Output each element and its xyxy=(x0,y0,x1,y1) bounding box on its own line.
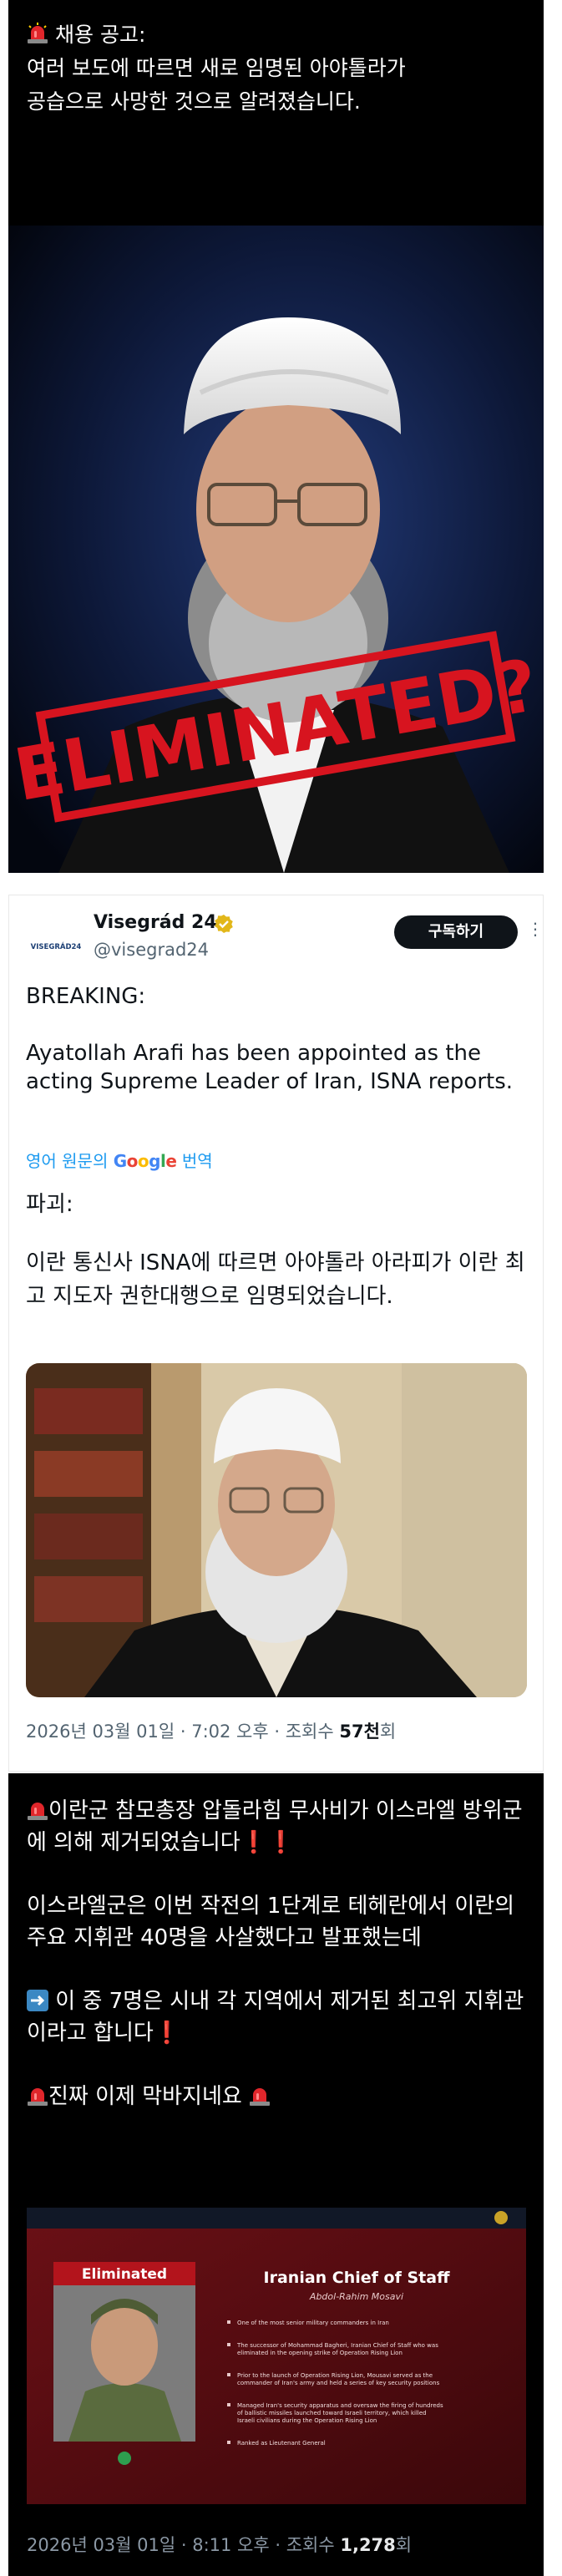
bullet-text: of ballistic missiles launched toward Is… xyxy=(237,2410,427,2416)
exclamation-icon: ❗❗ xyxy=(240,1830,295,1855)
post-3-p2: 이스라엘군은 이번 작전의 1단계로 테헤란에서 이란의 주요 지휘관 40명을… xyxy=(27,1894,515,1950)
translate-link[interactable]: 영어 원문의 Google 번역 xyxy=(26,1148,213,1172)
visegrad-logo: VISEGRÁD24 xyxy=(28,929,84,961)
bullet-text: Managed Iran's security apparatus and ov… xyxy=(237,2402,443,2409)
siren-icon xyxy=(28,23,48,43)
right-arrow-icon xyxy=(27,1990,48,2011)
post-1-line-2: 여러 보도에 따르면 새로 임명된 아야톨라가 xyxy=(27,56,406,80)
post-3-p1: 이란군 참모총장 압돌라힘 무사비가 이스라엘 방위군에 의해 제거되었습니다❗… xyxy=(27,1795,532,1858)
post-3-p3: 이 중 7명은 시내 각 지역에서 제거된 최고위 지휘관이라고 합니다❗ xyxy=(27,1985,532,2049)
tweet-handle[interactable]: @visegrad24 xyxy=(94,940,209,960)
idf-infographic[interactable]: Eliminated Iranian Chief of Staff Abdol-… xyxy=(27,2208,526,2504)
tweet-translated-text: 파괴: 이란 통신사 ISNA에 따르면 아야톨라 아라피가 이란 최고 지도자… xyxy=(26,1188,535,1313)
bullet-text: One of the most senior military commande… xyxy=(237,2320,389,2326)
post-1-text: 채용 공고: 여러 보도에 따르면 새로 임명된 아야톨라가 공습으로 사망한 … xyxy=(27,18,528,119)
more-options-icon[interactable]: ⋮ xyxy=(527,920,544,937)
verified-badge-icon xyxy=(215,915,233,933)
post-3-text: 이란군 참모총장 압돌라힘 무사비가 이스라엘 방위군에 의해 제거되었습니다❗… xyxy=(27,1795,532,2112)
post-1: 채용 공고: 여러 보도에 따르면 새로 임명된 아야톨라가 공습으로 사망한 … xyxy=(8,0,544,873)
tweet-original-text: BREAKING: Ayatollah Arafi has been appoi… xyxy=(26,982,527,1096)
infographic-subtitle: Abdol-Rahim Mosavi xyxy=(309,2291,403,2302)
bullet-text: commander of Iran's army and held a seri… xyxy=(237,2380,440,2386)
tweet-en-text: Ayatollah Arafi has been appointed as th… xyxy=(26,1041,514,1094)
bullet-marker xyxy=(227,2343,230,2346)
tweet-display-name[interactable]: Visegrád 24 xyxy=(94,912,217,933)
idf-emblem-icon xyxy=(494,2211,508,2224)
post-3-views: 1,278 xyxy=(340,2535,396,2555)
tweet-views: 57천 xyxy=(339,1722,380,1742)
post-1-line-3: 공습으로 사망한 것으로 알려졌습니다. xyxy=(27,89,361,114)
tweet-date: 2026년 03월 01일 · 7:02 오후 · 조회수 xyxy=(26,1722,340,1742)
post-3: 이란군 참모총장 압돌라힘 무사비가 이스라엘 방위군에 의해 제거되었습니다❗… xyxy=(8,1773,544,2576)
bullet-marker xyxy=(227,2320,230,2324)
tweet-ko-breaking: 파괴: xyxy=(26,1192,73,1217)
eliminated-badge: Eliminated xyxy=(82,2266,167,2283)
tweet-photo[interactable] xyxy=(26,1363,527,1697)
post-3-p4-text: 진짜 이제 막바지네요 xyxy=(48,2084,242,2109)
tweet-card[interactable]: VISEGRÁD24 Visegrád 24 @visegrad24 구독하기 … xyxy=(8,895,544,1772)
infographic-illustration: Eliminated Iranian Chief of Staff Abdol-… xyxy=(27,2208,526,2504)
portrait-illustration: ELIMINATED? xyxy=(8,226,544,873)
subscribe-button[interactable]: 구독하기 xyxy=(394,915,518,949)
bullet-text: Israeli civilians during the Operation R… xyxy=(237,2417,377,2424)
exclamation-icon: ❗ xyxy=(153,2021,181,2046)
tweet-views-suffix: 회 xyxy=(379,1722,397,1742)
siren-icon xyxy=(28,2088,48,2106)
siren-icon xyxy=(250,2088,271,2106)
bullet-text: Ranked as Lieutenant General xyxy=(237,2440,326,2447)
svg-text:VISEGRÁD24: VISEGRÁD24 xyxy=(31,941,82,951)
post-1-line-1: 채용 공고: xyxy=(55,23,146,47)
siren-icon xyxy=(28,1803,48,1820)
tweet-metadata: 2026년 03월 01일 · 7:02 오후 · 조회수 57천회 xyxy=(26,1718,396,1743)
bullet-text: Prior to the launch of Operation Rising … xyxy=(237,2372,433,2379)
post-3-views-suffix: 회 xyxy=(395,2535,413,2555)
eliminated-photo: ELIMINATED? xyxy=(8,226,544,873)
bullet-marker xyxy=(227,2403,230,2406)
google-brand: Google xyxy=(113,1151,177,1171)
translate-prefix: 영어 원문의 xyxy=(26,1151,109,1171)
tweet-breaking: BREAKING: xyxy=(26,984,146,1009)
post-3-date: 2026년 03월 01일 · 8:11 오후 · 조회수 xyxy=(27,2535,341,2555)
bullet-text: The successor of Mohammad Bagheri, Irani… xyxy=(236,2342,438,2349)
bullet-marker xyxy=(227,2373,230,2376)
tweet-ko-text: 이란 통신사 ISNA에 따르면 아야톨라 아라피가 이란 최고 지도자 권한대… xyxy=(26,1250,525,1309)
bullet-marker xyxy=(227,2441,230,2444)
post-3-p4: 진짜 이제 막바지네요 xyxy=(27,2081,532,2112)
tweet-photo-illustration xyxy=(26,1363,527,1697)
post-3-p3-text: 이 중 7명은 시내 각 지역에서 제거된 최고위 지휘관이라고 합니다 xyxy=(27,1989,524,2046)
post-3-metadata: 2026년 03월 01일 · 8:11 오후 · 조회수 1,278회 xyxy=(27,2532,412,2557)
bullet-text: eliminated in the opening strike of Oper… xyxy=(237,2350,403,2356)
translate-suffix: 번역 xyxy=(181,1151,213,1171)
infographic-title: Iranian Chief of Staff xyxy=(264,2269,451,2287)
